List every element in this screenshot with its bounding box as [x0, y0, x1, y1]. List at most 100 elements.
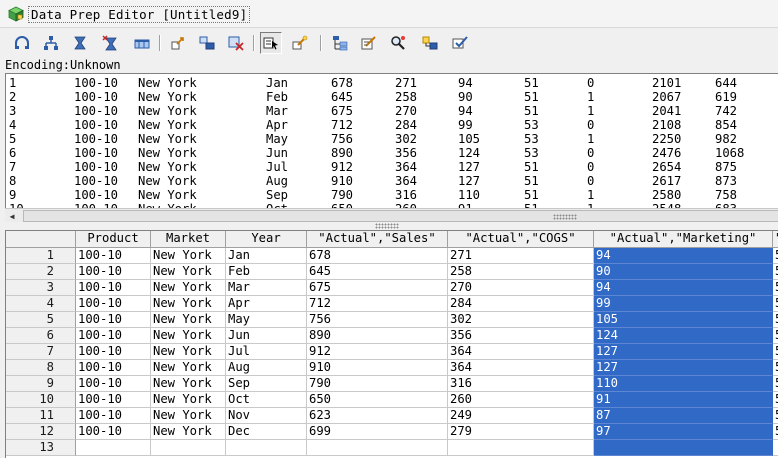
grid-cell[interactable]: 912 — [307, 344, 448, 360]
grid-cell[interactable]: New York — [151, 344, 226, 360]
pane-splitter[interactable] — [0, 222, 778, 230]
drop-field-icon[interactable] — [225, 32, 247, 54]
grid-cell[interactable]: 100-10 — [76, 392, 151, 408]
grid-cell[interactable]: 5 — [773, 248, 778, 264]
grid-cell[interactable] — [151, 440, 226, 456]
grid-cell[interactable]: 5 — [773, 312, 778, 328]
grid-cell[interactable]: 712 — [307, 296, 448, 312]
grid-cell[interactable]: 100-10 — [76, 328, 151, 344]
grid-cell[interactable]: 5 — [773, 408, 778, 424]
grid-cell[interactable]: Jul — [226, 344, 307, 360]
grid-cell[interactable]: 316 — [448, 376, 594, 392]
grid-cell[interactable]: 790 — [307, 376, 448, 392]
scrollbar-thumb[interactable] — [23, 210, 778, 222]
grid-cell[interactable]: 699 — [307, 424, 448, 440]
row-header[interactable]: 6 — [6, 328, 76, 344]
selected-grid-cell[interactable]: 124 — [594, 328, 773, 344]
grid-cell[interactable]: New York — [151, 296, 226, 312]
grid-cell[interactable]: 645 — [307, 264, 448, 280]
grid-cell[interactable]: 5 — [773, 392, 778, 408]
grid-cell[interactable]: 100-10 — [76, 408, 151, 424]
row-header[interactable]: 3 — [6, 280, 76, 296]
selected-grid-cell[interactable]: 105 — [594, 312, 773, 328]
selected-grid-cell[interactable]: 94 — [594, 248, 773, 264]
grid-cell[interactable] — [773, 440, 778, 456]
grid-cell[interactable]: 364 — [448, 360, 594, 376]
scroll-left-arrow-icon[interactable]: ◀ — [6, 210, 18, 222]
grid-cell[interactable]: New York — [151, 312, 226, 328]
grid-cell[interactable]: 5 — [773, 296, 778, 312]
grid-cell[interactable]: 678 — [307, 248, 448, 264]
grid-cell[interactable]: 5 — [773, 424, 778, 440]
grid-cell[interactable]: 100-10 — [76, 360, 151, 376]
row-header[interactable]: 9 — [6, 376, 76, 392]
grid-cell[interactable]: 100-10 — [76, 280, 151, 296]
grid-cell[interactable]: 5 — [773, 344, 778, 360]
grid-cell[interactable]: 100-10 — [76, 248, 151, 264]
grid-cell[interactable]: 356 — [448, 328, 594, 344]
join-fields-icon[interactable] — [196, 32, 218, 54]
move-field-icon[interactable] — [167, 32, 189, 54]
grid-cell[interactable]: New York — [151, 376, 226, 392]
grid-corner[interactable] — [6, 231, 76, 248]
grid-cell[interactable]: 258 — [448, 264, 594, 280]
grid-cell[interactable]: May — [226, 312, 307, 328]
selected-grid-cell[interactable]: 127 — [594, 360, 773, 376]
selected-grid-cell[interactable]: 97 — [594, 424, 773, 440]
grid-cell[interactable]: 100-10 — [76, 264, 151, 280]
column-header[interactable]: " — [773, 231, 778, 248]
column-properties-icon[interactable] — [131, 32, 153, 54]
grid-cell[interactable]: 100-10 — [76, 296, 151, 312]
grid-cell[interactable]: New York — [151, 408, 226, 424]
row-header[interactable]: 13 — [6, 440, 76, 456]
grid-cell[interactable]: 890 — [307, 328, 448, 344]
row-header[interactable]: 12 — [6, 424, 76, 440]
selected-grid-cell[interactable]: 127 — [594, 344, 773, 360]
grid-cell[interactable]: 302 — [448, 312, 594, 328]
outline-link-icon[interactable] — [419, 32, 441, 54]
grid-cell[interactable]: Jun — [226, 328, 307, 344]
column-header[interactable]: Market — [151, 231, 226, 248]
column-header[interactable]: "Actual","Marketing" — [594, 231, 773, 248]
selected-grid-cell[interactable]: 90 — [594, 264, 773, 280]
grid-cell[interactable]: New York — [151, 328, 226, 344]
open-outline-icon[interactable] — [40, 32, 62, 54]
grid-cell[interactable]: 623 — [307, 408, 448, 424]
grid-cell[interactable]: 5 — [773, 264, 778, 280]
grid-cell[interactable]: 249 — [448, 408, 594, 424]
column-header[interactable]: "Actual","Sales" — [307, 231, 448, 248]
grid-cell[interactable]: New York — [151, 392, 226, 408]
grid-cell[interactable] — [76, 440, 151, 456]
grid-cell[interactable]: 5 — [773, 328, 778, 344]
edit-field-icon[interactable] — [358, 32, 380, 54]
column-header[interactable]: Year — [226, 231, 307, 248]
selected-grid-cell[interactable]: 110 — [594, 376, 773, 392]
row-header[interactable]: 10 — [6, 392, 76, 408]
grid-cell[interactable]: 100-10 — [76, 312, 151, 328]
grid-cell[interactable]: 675 — [307, 280, 448, 296]
grid-cell[interactable]: 5 — [773, 280, 778, 296]
row-header[interactable]: 1 — [6, 248, 76, 264]
view-data-fields-icon[interactable] — [260, 32, 282, 54]
row-header[interactable]: 2 — [6, 264, 76, 280]
raw-data-horizontal-scrollbar[interactable]: ◀ — [5, 208, 778, 222]
find-field-icon[interactable] — [387, 32, 409, 54]
associate-outline-icon[interactable] — [11, 32, 33, 54]
grid-cell[interactable]: 279 — [448, 424, 594, 440]
selected-grid-cell[interactable]: 94 — [594, 280, 773, 296]
selected-grid-cell[interactable] — [594, 440, 773, 456]
raw-data-view[interactable]: 1 100-10 New York Jan 678 271 94 51 0 2101 644 2 100… — [5, 73, 778, 208]
grid-cell[interactable]: New York — [151, 264, 226, 280]
grid-cell[interactable]: 5 — [773, 376, 778, 392]
grid-cell[interactable]: 270 — [448, 280, 594, 296]
validate-icon[interactable] — [449, 32, 471, 54]
row-header[interactable]: 7 — [6, 344, 76, 360]
grid-cell[interactable]: Jan — [226, 248, 307, 264]
grid-cell[interactable]: 260 — [448, 392, 594, 408]
row-header[interactable]: 11 — [6, 408, 76, 424]
grid-cell[interactable]: 756 — [307, 312, 448, 328]
grid-cell[interactable]: Aug — [226, 360, 307, 376]
grid-cell[interactable]: 100-10 — [76, 424, 151, 440]
column-header[interactable]: Product — [76, 231, 151, 248]
selected-grid-cell[interactable]: 91 — [594, 392, 773, 408]
